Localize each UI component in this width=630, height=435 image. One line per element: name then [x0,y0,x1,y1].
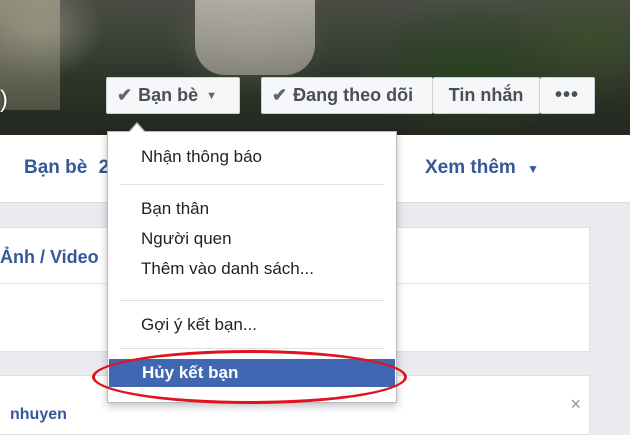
menu-arrow-inner [129,124,145,133]
friends-button[interactable]: ✔ Bạn bè ▼ [106,77,240,114]
photos-video-link[interactable]: Ảnh / Video [0,247,99,268]
check-icon: ✔ [117,85,133,105]
tab-more-label: Xem thêm [425,157,516,178]
caret-down-icon: ▼ [527,162,539,176]
caret-down-icon: ▼ [206,89,217,102]
message-button-label: Tin nhắn [448,85,524,105]
menu-item-get-notifications[interactable]: Nhận thông báo [108,143,396,171]
menu-item-close-friends[interactable]: Bạn thân [108,195,396,223]
menu-item-suggest-friends[interactable]: Gợi ý kết bạn... [108,311,396,339]
menu-separator [120,348,384,349]
menu-item-acquaintances[interactable]: Người quen [108,225,396,253]
cover-photo-figure [0,0,60,110]
panel-heading-partial: nhuyen [10,406,67,423]
message-button[interactable]: Tin nhắn [433,77,540,114]
profile-name-fragment: ) [0,86,8,113]
tab-friends-label: Bạn bè [24,157,88,178]
check-icon: ✔ [272,85,288,105]
annotation-circle [92,350,407,404]
menu-separator [120,184,384,185]
more-dots-icon: ••• [554,84,579,106]
friends-button-label: Bạn bè [138,85,199,105]
following-button-label: Đang theo dõi [293,85,414,105]
tab-more[interactable]: Xem thêm ▼ [425,157,539,179]
more-options-button[interactable]: ••• [540,77,595,114]
menu-item-add-to-list[interactable]: Thêm vào danh sách... [108,255,396,283]
cover-photo-figure [195,0,315,75]
tab-friends[interactable]: Bạn bè 2 [24,157,109,179]
following-button[interactable]: ✔ Đang theo dõi [261,77,433,114]
cover-photo[interactable]: ) [0,0,630,135]
menu-separator [120,300,384,301]
close-icon[interactable]: × [570,394,581,415]
